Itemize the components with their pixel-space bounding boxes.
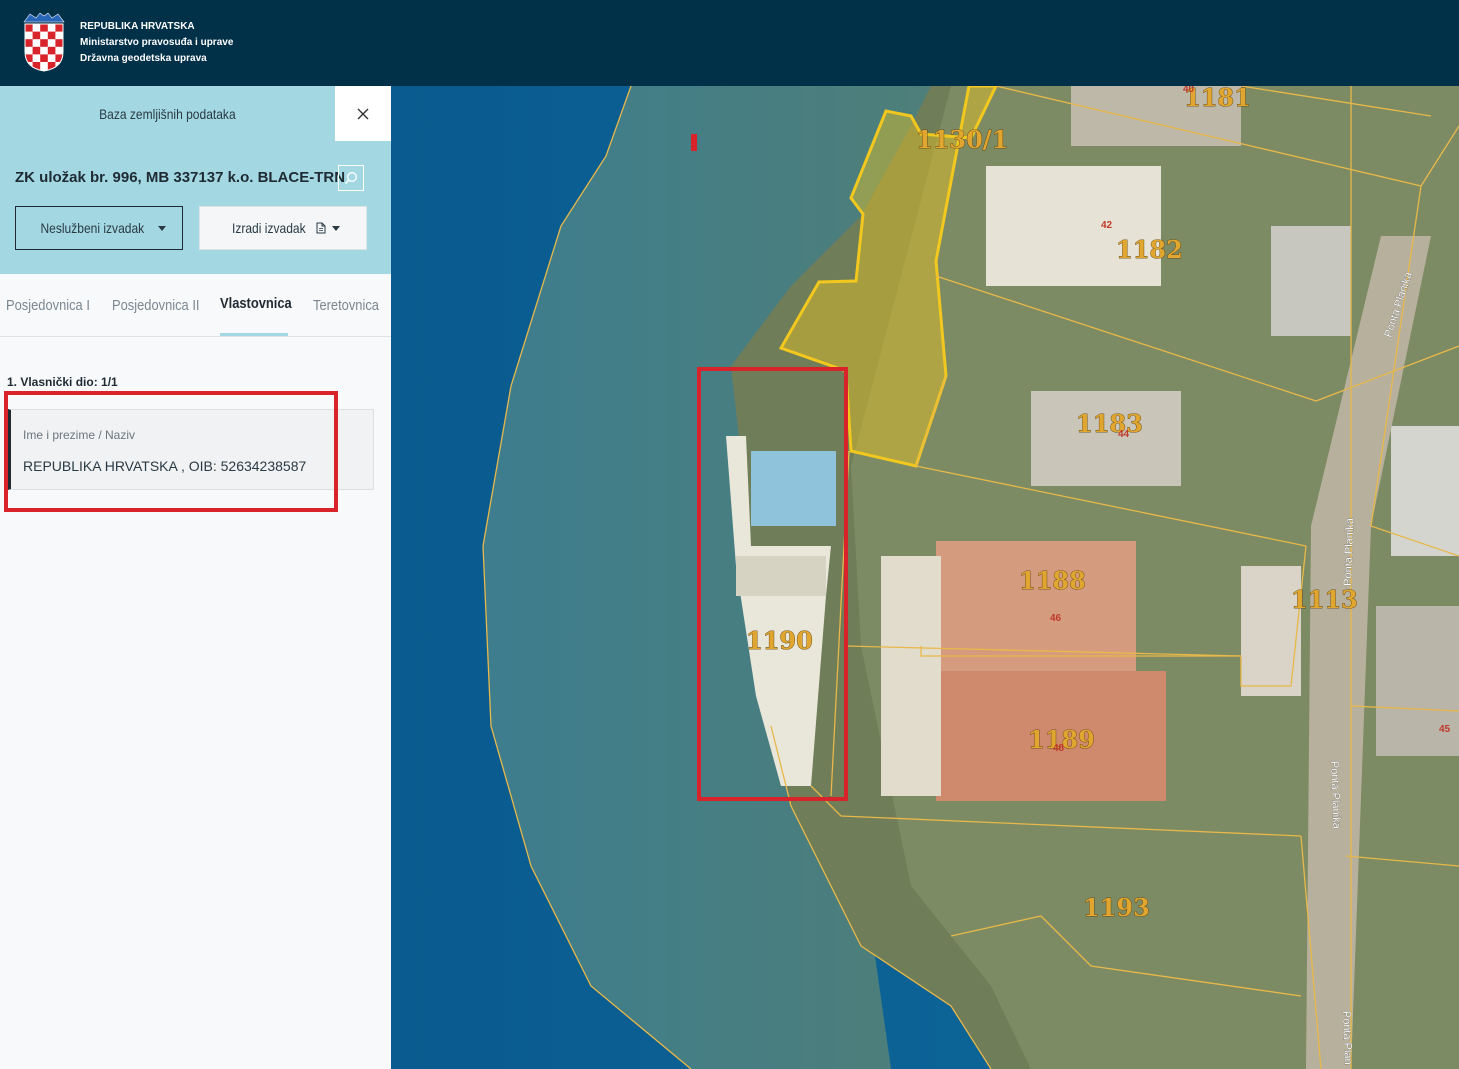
house-number-40: 40 xyxy=(1183,86,1195,95)
chevron-down-icon xyxy=(331,225,340,231)
tab-teretovnica[interactable]: Teretovnica xyxy=(313,274,390,336)
search-button[interactable] xyxy=(338,165,364,191)
parcel-label-1182: 1182 xyxy=(1116,235,1183,264)
gov-line-2: Ministarstvo pravosuđa i uprave xyxy=(80,37,234,48)
parcel-label-1183: 1183 xyxy=(1076,409,1143,438)
cadastral-map[interactable]: 1181 1130/1 1182 1183 1188 1190 1113 118… xyxy=(391,86,1459,1069)
owner-name-value: REPUBLIKA HRVATSKA , OIB: 52634238587 xyxy=(23,458,307,474)
close-panel-button[interactable] xyxy=(335,86,391,141)
owner-name-label: Ime i prezime / Naziv xyxy=(23,428,136,442)
pool xyxy=(751,451,836,526)
chevron-down-icon xyxy=(158,225,167,231)
document-icon xyxy=(316,222,326,234)
house-number-44: 44 xyxy=(1118,429,1130,440)
map-marker xyxy=(691,134,697,151)
parcel-label-1193: 1193 xyxy=(1083,893,1150,922)
building xyxy=(1271,226,1351,336)
street-label: Ponta Planika xyxy=(1342,517,1356,586)
building xyxy=(881,556,941,796)
tab-bar: Posjedovnica I Posjedovnica II Vlastovni… xyxy=(0,274,391,337)
search-icon xyxy=(344,172,357,185)
parcel-label-1113: 1113 xyxy=(1291,585,1358,614)
panel-title: Baza zemljišnih podataka xyxy=(0,86,335,141)
tab-posjedovnica-2[interactable]: Posjedovnica II xyxy=(112,274,214,336)
building xyxy=(1031,391,1181,486)
gov-line-1: REPUBLIKA HRVATSKA xyxy=(80,21,195,32)
building xyxy=(986,166,1161,286)
croatian-coat-of-arms-icon xyxy=(23,12,65,72)
create-extract-button[interactable]: Izradi izvadak xyxy=(199,206,367,250)
house-number-42: 42 xyxy=(1101,220,1113,231)
building-roof xyxy=(936,541,1136,671)
sidebar-panel: Baza zemljišnih podataka ZK uložak br. 9… xyxy=(0,86,391,1069)
parcel-label-1188: 1188 xyxy=(1019,566,1086,595)
terrace xyxy=(736,556,826,596)
map-canvas[interactable]: 1181 1130/1 1182 1183 1188 1190 1113 118… xyxy=(391,86,1459,1069)
government-name: REPUBLIKA HRVATSKA Ministarstvo pravosuđ… xyxy=(80,19,233,67)
gov-line-3: Državna geodetska uprava xyxy=(80,53,207,64)
top-header: REPUBLIKA HRVATSKA Ministarstvo pravosuđ… xyxy=(0,0,1459,86)
close-icon xyxy=(357,108,369,119)
unofficial-extract-button[interactable]: Neslužbeni izvadak xyxy=(15,206,183,250)
ownership-share-label: 1. Vlasnički dio: 1/1 xyxy=(7,375,118,389)
street-label: Ponta Planika xyxy=(1328,761,1342,830)
record-title: ZK uložak br. 996, MB 337137 k.o. BLACE-… xyxy=(15,169,346,186)
parcel-label-1190: 1190 xyxy=(746,626,813,655)
record-header: ZK uložak br. 996, MB 337137 k.o. BLACE-… xyxy=(0,141,391,274)
house-number-45: 45 xyxy=(1439,724,1451,735)
parcel-label-1130-1: 1130/1 xyxy=(916,125,1008,154)
house-number-46: 46 xyxy=(1050,613,1062,624)
street-label: Ponta Plan xyxy=(1340,1011,1354,1065)
tab-posjedovnica-1[interactable]: Posjedovnica I xyxy=(6,274,104,336)
house-number-48: 48 xyxy=(1053,743,1065,754)
tab-vlastovnica[interactable]: Vlastovnica xyxy=(220,274,292,336)
owner-card: Ime i prezime / Naziv REPUBLIKA HRVATSKA… xyxy=(8,409,374,490)
